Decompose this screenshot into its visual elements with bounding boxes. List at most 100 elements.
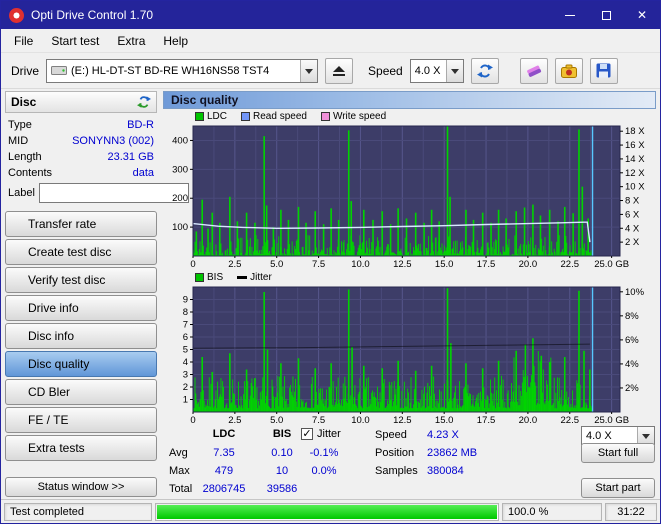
disc-info-list: TypeBD-RMIDSONYNN3 (002)Length23.31 GBCo… [5,113,157,181]
read-speed-legend-item: Read speed [241,111,307,122]
title-bar[interactable]: Opti Drive Control 1.70 ✕ [1,1,660,29]
start-full-button[interactable]: Start full [581,443,655,463]
svg-text:0: 0 [190,415,195,426]
disc-info-value[interactable]: data [133,167,154,179]
samples-stat-label: Samples [375,465,418,477]
speed-label: Speed [368,64,403,78]
menu-item-start-test[interactable]: Start test [42,31,108,51]
window-title: Opti Drive Control 1.70 [31,8,153,22]
jitter-checkbox-label: Jitter [317,428,341,440]
svg-text:4%: 4% [625,359,639,370]
maximize-button[interactable] [588,1,624,29]
screenshot-button[interactable] [555,58,583,84]
sidebar-item-disc-info[interactable]: Disc info [5,323,157,349]
drive-select-value: (E:) HL-DT-ST BD-RE WH16NS58 TST4 [71,65,269,77]
svg-text:100: 100 [172,222,188,233]
samples-stat-value: 380084 [427,465,464,477]
svg-text:4 X: 4 X [625,223,640,234]
disc-info-row: Length23.31 GB [8,149,154,165]
svg-text:2%: 2% [625,383,639,394]
menu-bar: FileStart testExtraHelp [1,29,660,53]
disc-info-value: 23.31 GB [108,151,154,163]
disc-info-label: Contents [8,167,52,179]
ldc-legend-label: LDC [207,111,227,122]
avg-row-label: Avg [169,447,188,459]
sidebar-item-transfer-rate[interactable]: Transfer rate [5,211,157,237]
svg-text:8%: 8% [625,311,639,322]
svg-text:12.5: 12.5 [393,415,412,426]
sidebar-buttons: Transfer rateCreate test discVerify test… [5,211,157,463]
write-speed-legend-label: Write speed [333,111,386,122]
disc-info-row: MIDSONYNN3 (002) [8,133,154,149]
speed-stat-value: 4.23 X [427,429,459,441]
svg-text:10%: 10% [625,287,645,298]
disc-info-value: BD-R [127,119,154,131]
svg-text:16 X: 16 X [625,140,645,151]
max-row-label: Max [169,465,190,477]
svg-text:7.5: 7.5 [312,259,325,270]
total-bis-value: 39586 [259,483,305,495]
svg-text:10.0: 10.0 [351,259,370,270]
bis-legend-item: BIS [195,272,223,283]
svg-text:15.0: 15.0 [435,259,454,270]
disc-info-row: Contents data [8,165,154,181]
bis-legend-label: BIS [207,272,223,283]
menu-item-file[interactable]: File [5,31,42,51]
sidebar-item-create-test-disc[interactable]: Create test disc [5,239,157,265]
status-window-button[interactable]: Status window >> [5,477,157,497]
close-button[interactable]: ✕ [624,1,660,29]
eject-button[interactable] [325,58,353,84]
menu-item-help[interactable]: Help [154,31,197,51]
start-part-button[interactable]: Start part [581,478,655,498]
sidebar-item-verify-test-disc[interactable]: Verify test disc [5,267,157,293]
menu-item-extra[interactable]: Extra [108,31,154,51]
minimize-icon [565,15,575,16]
svg-text:7: 7 [183,320,188,331]
svg-text:4: 4 [183,357,188,368]
sidebar-item-fe-te[interactable]: FE / TE [5,407,157,433]
drive-select-arrow[interactable] [300,60,317,82]
total-row-label: Total [169,483,192,495]
refresh-icon [477,63,493,79]
svg-text:8: 8 [183,307,188,318]
speed-select[interactable]: 4.0 X [410,59,464,83]
jitter-checkbox[interactable]: ✓ [301,428,313,440]
refresh-button[interactable] [471,58,499,84]
avg-ldc-value: 7.35 [191,447,257,459]
test-speed-select-arrow[interactable] [637,427,654,444]
content-area: Disc TypeBD-RMIDSONYNN3 (002)Length23.31… [1,89,660,499]
svg-text:20.0: 20.0 [519,415,538,426]
save-button[interactable] [590,58,618,84]
bis-legend-marker [195,273,204,282]
erase-disc-button[interactable] [520,58,548,84]
write-speed-legend-item: Write speed [321,111,386,122]
speed-select-arrow[interactable] [446,60,463,82]
drive-icon [51,65,67,76]
svg-text:25.0 GB: 25.0 GB [594,259,629,270]
sidebar-item-cd-bler[interactable]: CD Bler [5,379,157,405]
sidebar-item-drive-info[interactable]: Drive info [5,295,157,321]
minimize-button[interactable] [552,1,588,29]
svg-text:6: 6 [183,332,188,343]
svg-text:18 X: 18 X [625,126,645,137]
sidebar-item-disc-quality[interactable]: Disc quality [5,351,157,377]
disc-panel-header: Disc [5,91,157,113]
drive-label: Drive [11,64,39,78]
svg-text:400: 400 [172,135,188,146]
label-label: Label [8,187,35,199]
svg-text:6 X: 6 X [625,209,640,220]
toolbar: Drive (E:) HL-DT-ST BD-RE WH16NS58 TST4 … [1,53,660,89]
ldc-legend-marker [195,112,204,121]
svg-text:22.5: 22.5 [561,259,580,270]
sidebar-item-extra-tests[interactable]: Extra tests [5,435,157,461]
jitter-legend-item: Jitter [237,272,272,283]
speed-select-value: 4.0 X [415,65,441,77]
svg-text:5.0: 5.0 [270,415,283,426]
panel-title: Disc quality [171,93,238,107]
svg-text:5.0: 5.0 [270,259,283,270]
svg-text:10 X: 10 X [625,182,645,193]
drive-select[interactable]: (E:) HL-DT-ST BD-RE WH16NS58 TST4 [46,59,318,83]
svg-text:2.5: 2.5 [228,415,241,426]
rescan-disc-button[interactable] [137,95,151,109]
jitter-checkbox-row: ✓ Jitter [301,428,341,440]
